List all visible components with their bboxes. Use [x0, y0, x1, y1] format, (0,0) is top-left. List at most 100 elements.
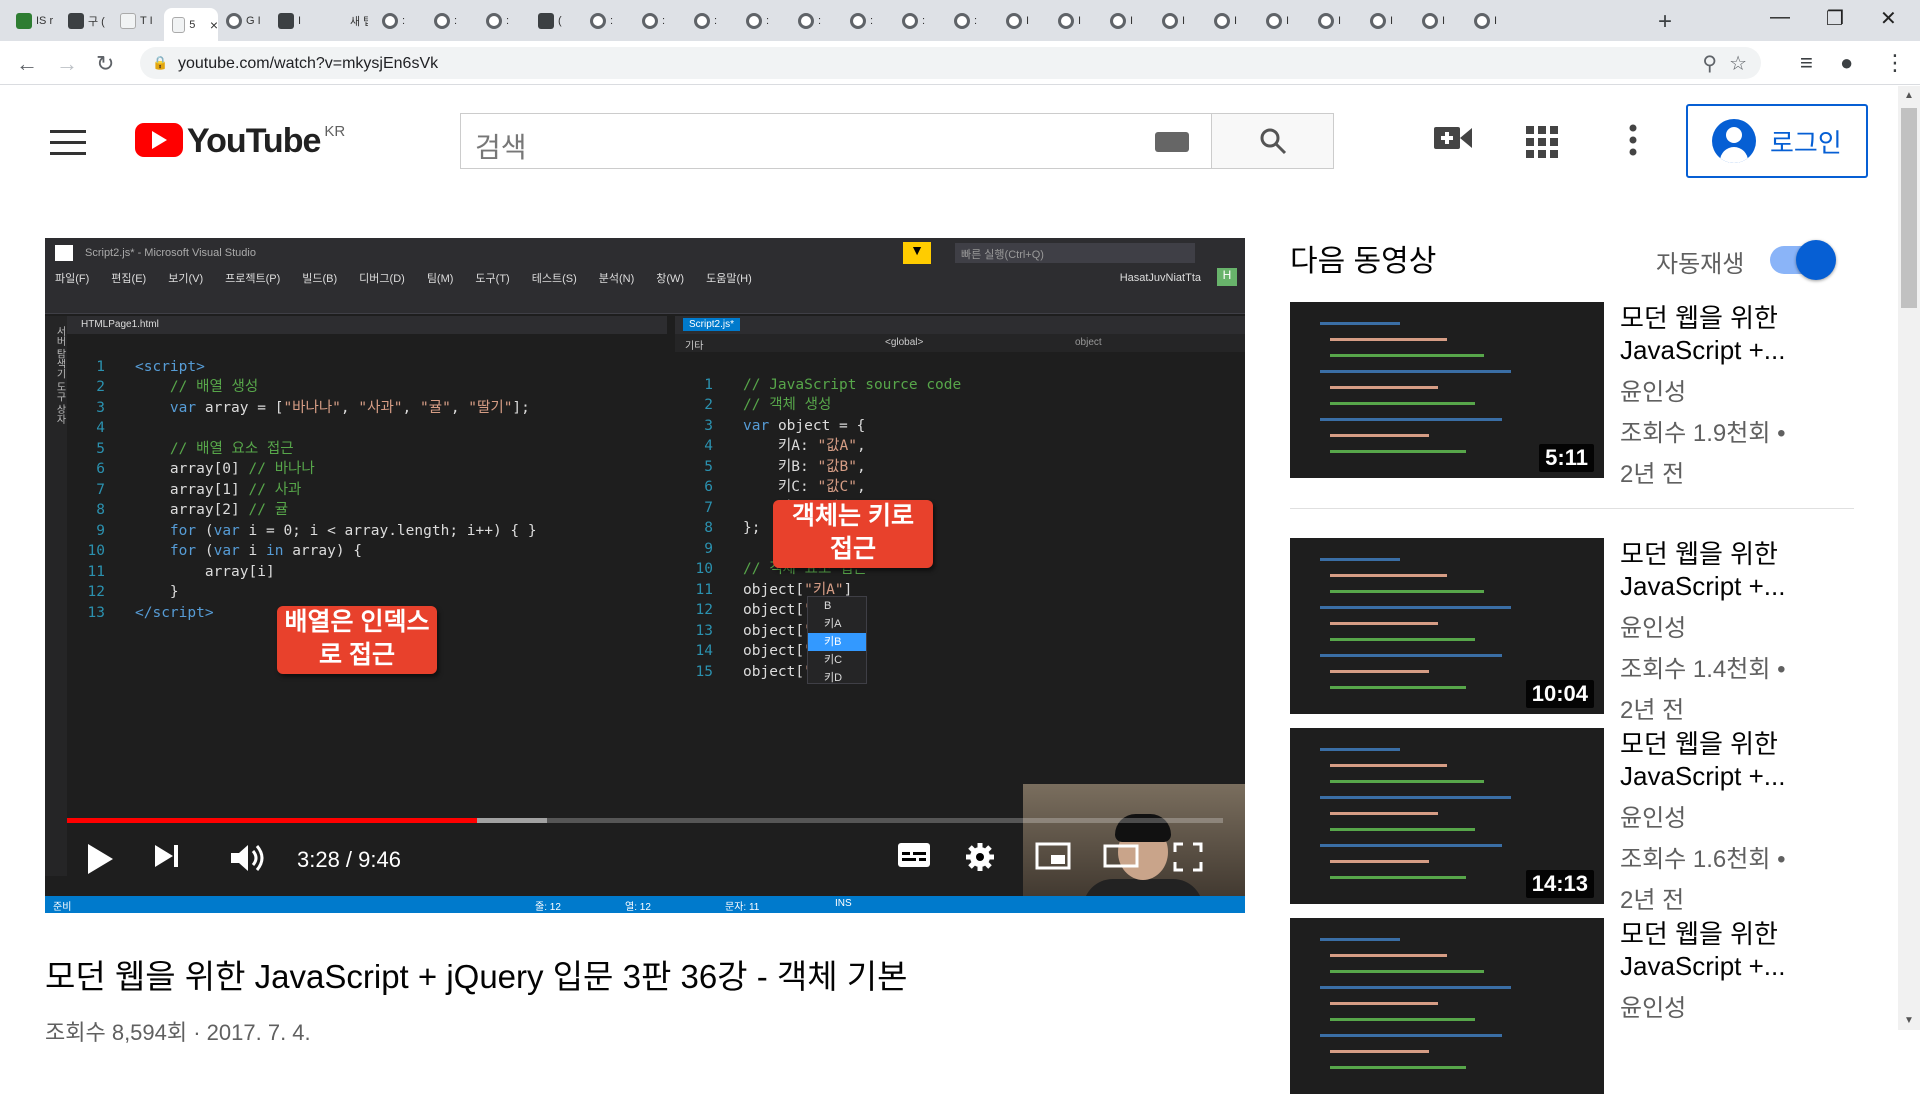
new-tab-button[interactable]: +	[1658, 8, 1672, 36]
autoplay-toggle[interactable]	[1770, 240, 1836, 280]
browser-tab[interactable]: 5 ×	[164, 8, 218, 41]
more-menu-icon[interactable]: ⋮	[1884, 50, 1906, 76]
theater-mode-icon[interactable]	[1103, 842, 1139, 876]
recommendation-card[interactable]: 14:13 모던 웹을 위한 JavaScript +... 윤인성 조회수 1.6천…	[1290, 728, 1850, 914]
browser-tab[interactable]: I	[1362, 8, 1414, 34]
card-channel: 윤인성	[1620, 615, 1687, 642]
apps-grid-icon[interactable]	[1526, 126, 1558, 166]
browser-tab[interactable]: :	[634, 8, 686, 34]
browser-tab[interactable]: I	[1050, 8, 1102, 34]
play-icon[interactable]	[85, 842, 115, 884]
forward-icon[interactable]: →	[56, 51, 78, 77]
video-thumbnail[interactable]: 10:04	[1290, 538, 1604, 714]
profile-icon[interactable]: ●	[1840, 50, 1853, 76]
guide-menu-icon[interactable]	[50, 130, 86, 163]
video-thumbnail[interactable]	[1290, 918, 1604, 1094]
recommendation-card[interactable]: 모던 웹을 위한 JavaScript +... 윤인성	[1290, 918, 1850, 1096]
browser-tab[interactable]: IS r	[8, 8, 60, 34]
login-button[interactable]: 로그인	[1686, 104, 1868, 178]
media-controls-icon[interactable]: ≡	[1800, 50, 1813, 76]
browser-tab[interactable]: 새 탭	[322, 8, 374, 34]
vs-right-file-tab: Script2.js*	[683, 318, 741, 331]
browser-tab[interactable]: I	[1258, 8, 1310, 34]
reload-icon[interactable]: ↻	[96, 51, 114, 77]
browser-tab[interactable]: T I	[112, 8, 164, 34]
browser-tab[interactable]: :	[738, 8, 790, 34]
recommendation-card[interactable]: 5:11 모던 웹을 위한 JavaScript +... 윤인성 조회수 1.9천회…	[1290, 302, 1850, 488]
scroll-up-icon[interactable]: ▲	[1904, 90, 1914, 101]
close-tab-icon[interactable]: ×	[210, 17, 218, 33]
video-thumbnail[interactable]: 5:11	[1290, 302, 1604, 478]
intellisense-item: 키A	[824, 618, 842, 630]
settings-gear-icon[interactable]	[965, 842, 995, 880]
browser-tab[interactable]: :	[686, 8, 738, 34]
search-input[interactable]: 검색	[460, 113, 1212, 169]
volume-icon[interactable]	[229, 842, 269, 882]
tab-title: IS r	[36, 15, 54, 27]
settings-dots-icon[interactable]	[1628, 124, 1638, 164]
toggle-knob[interactable]	[1796, 240, 1836, 280]
card-title[interactable]: 모던 웹을 위한 JavaScript +...	[1620, 728, 1850, 792]
browser-tab[interactable]: I	[1310, 8, 1362, 34]
tab-title: I	[1442, 15, 1446, 27]
subtitles-icon[interactable]	[897, 842, 931, 876]
page-scrollbar[interactable]: ▲ ▼	[1898, 86, 1920, 1030]
video-thumbnail[interactable]: 14:13	[1290, 728, 1604, 904]
vs-right-navbar: 기타 <global> object	[675, 334, 1245, 352]
keyboard-icon[interactable]	[1155, 132, 1189, 152]
minimize-icon[interactable]: —	[1770, 6, 1790, 29]
video-progress-bar[interactable]	[67, 818, 1223, 823]
browser-tab[interactable]: I	[1414, 8, 1466, 34]
scrollbar-thumb[interactable]	[1901, 108, 1917, 308]
card-title[interactable]: 모던 웹을 위한 JavaScript +...	[1620, 302, 1850, 366]
logo-region: KR	[324, 123, 346, 140]
video-player[interactable]: Script2.js* - Microsoft Visual Studio ▼ …	[45, 238, 1245, 913]
tab-title: :	[818, 15, 822, 27]
tab-favicon-icon	[1058, 13, 1074, 29]
tab-favicon-icon	[1370, 13, 1386, 29]
browser-tab[interactable]: G I	[218, 8, 270, 34]
browser-tab[interactable]: :	[894, 8, 946, 34]
close-window-icon[interactable]: ✕	[1880, 6, 1897, 31]
browser-tab[interactable]: I	[1154, 8, 1206, 34]
youtube-logo[interactable]: YouTube KR	[135, 123, 345, 159]
tab-title: I	[1338, 15, 1342, 27]
browser-tab[interactable]: :	[842, 8, 894, 34]
vs-menu-item: 팀(M)	[426, 273, 454, 285]
address-bar[interactable]: 🔒 youtube.com/watch?v=mkysjEn6sVk ⚲ ☆	[140, 47, 1761, 79]
browser-tab[interactable]: :	[946, 8, 998, 34]
fullscreen-icon[interactable]	[1173, 842, 1203, 880]
card-title[interactable]: 모던 웹을 위한 JavaScript +...	[1620, 918, 1850, 982]
card-title[interactable]: 모던 웹을 위한 JavaScript +...	[1620, 538, 1850, 602]
scroll-down-icon[interactable]: ▼	[1904, 1015, 1914, 1026]
browser-tab[interactable]: :	[790, 8, 842, 34]
search-button[interactable]	[1212, 113, 1334, 169]
create-video-icon[interactable]	[1434, 124, 1472, 160]
nav-scope: 기타	[685, 341, 704, 352]
browser-tab[interactable]: :	[478, 8, 530, 34]
recommendation-card[interactable]: 10:04 모던 웹을 위한 JavaScript +... 윤인성 조회수 1.4천…	[1290, 538, 1850, 724]
zoom-icon[interactable]: ⚲	[1702, 51, 1717, 76]
tab-title: :	[402, 15, 406, 27]
browser-tab[interactable]: I	[998, 8, 1050, 34]
bookmark-star-icon[interactable]: ☆	[1729, 51, 1747, 76]
maximize-icon[interactable]: ❐	[1826, 6, 1844, 31]
miniplayer-icon[interactable]	[1035, 842, 1071, 878]
browser-tab[interactable]: I	[270, 8, 322, 34]
browser-tab[interactable]: :	[582, 8, 634, 34]
browser-tab-strip: IS r구 (T I5×G II새 탭:::(::::::::IIIIIIIII…	[0, 0, 1920, 41]
lock-icon: 🔒	[152, 55, 169, 70]
back-icon[interactable]: ←	[16, 51, 38, 77]
card-channel: 윤인성	[1620, 805, 1687, 832]
browser-tab[interactable]: I	[1466, 8, 1518, 34]
browser-tab[interactable]: I	[1102, 8, 1154, 34]
next-video-icon[interactable]	[153, 842, 181, 878]
browser-tab[interactable]: :	[374, 8, 426, 34]
search-placeholder: 검색	[475, 132, 527, 163]
browser-tab[interactable]: (	[530, 8, 582, 34]
browser-tab[interactable]: 구 (	[60, 8, 112, 34]
intellisense-item: 키B	[808, 633, 866, 651]
browser-tab[interactable]: I	[1206, 8, 1258, 34]
browser-tab[interactable]: :	[426, 8, 478, 34]
tab-title: :	[870, 15, 874, 27]
